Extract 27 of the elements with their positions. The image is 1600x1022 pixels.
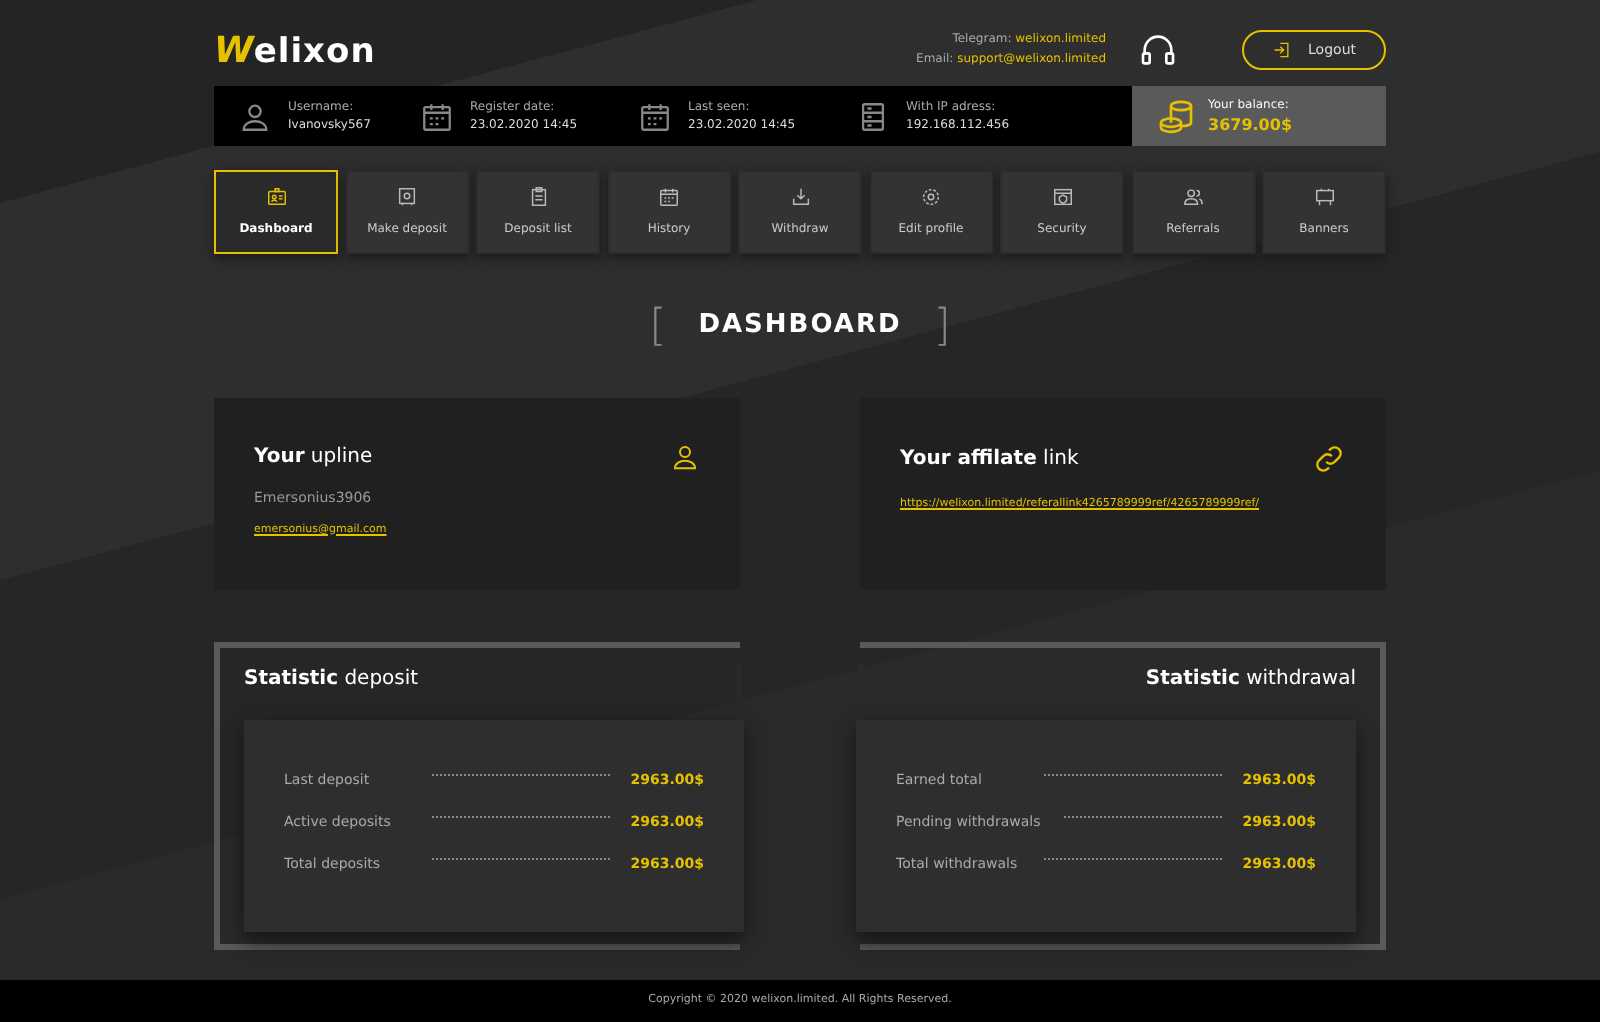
user-icon: [238, 99, 272, 133]
server-icon: [856, 99, 890, 133]
headset-icon: [1138, 30, 1179, 70]
board-icon: [1313, 186, 1335, 208]
safe-icon: [396, 186, 418, 208]
logout-icon: [1272, 40, 1293, 60]
shield-icon: [1051, 186, 1073, 208]
calendar-icon: [420, 99, 454, 133]
section-title: Statistic deposit: [244, 666, 421, 694]
balance-value: 3679.00$: [1208, 113, 1293, 137]
calendar-icon: [638, 99, 672, 133]
download-icon: [789, 186, 811, 208]
link-icon: [1312, 442, 1346, 476]
user-icon: [670, 442, 700, 472]
section-title: Statistic withdrawal: [1145, 666, 1356, 694]
page-title: DASHBOARD: [698, 308, 902, 345]
card-title: Your affilate link: [900, 446, 1079, 474]
bracket: [: [649, 299, 667, 355]
calendar-icon: [658, 186, 680, 208]
users-icon: [1182, 186, 1204, 208]
bracket: ]: [933, 299, 951, 355]
logo[interactable]: Welixon: [214, 24, 376, 78]
card-title: Your upline: [254, 444, 373, 472]
coins-icon: [1156, 96, 1196, 136]
id-card-icon: [265, 186, 287, 208]
clipboard-icon: [527, 186, 549, 208]
gear-icon: [920, 186, 942, 208]
